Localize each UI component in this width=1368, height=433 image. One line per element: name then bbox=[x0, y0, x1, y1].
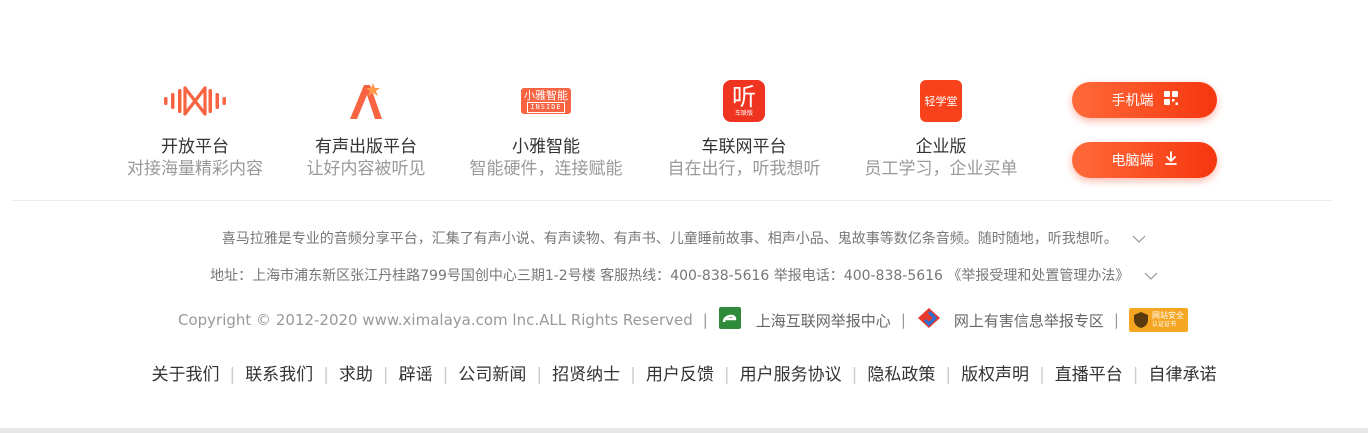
badge-line-2: 认证证书 bbox=[1151, 321, 1176, 328]
product-name: 企业版 bbox=[915, 137, 967, 157]
shanghai-report-icon bbox=[718, 306, 744, 334]
separator: | bbox=[945, 365, 952, 385]
footer-link-help[interactable]: 求助 bbox=[339, 365, 373, 385]
car-icon-text: 听 bbox=[732, 83, 756, 111]
footer-links: 关于我们 | 联系我们 | 求助 | 辟谣 | 公司新闻 | 招贤纳士 | 用户反馈 | 用户服务协议 | 隐私… bbox=[0, 360, 1368, 385]
footer-link-news[interactable]: 公司新闻 bbox=[458, 365, 526, 385]
xiaoya-icon-text: 小雅智能 bbox=[524, 88, 568, 102]
product-name: 车联网平台 bbox=[701, 137, 787, 157]
footer-link-rumor[interactable]: 辟谣 bbox=[399, 365, 433, 385]
separator: | bbox=[702, 311, 708, 329]
product-subtitle: 自在出行，听我想听 bbox=[667, 159, 821, 179]
car-ting-icon: 听 车联版 bbox=[644, 78, 844, 124]
product-name: 有声出版平台 bbox=[315, 137, 417, 157]
copyright-text: Copyright © 2012-2020 www.ximalaya.com l… bbox=[178, 311, 693, 329]
address-text: 地址：上海市浦东新区张江丹桂路799号国创中心三期1-2号楼 客服热线：400-… bbox=[210, 268, 1130, 284]
badge-line-1: 网站安全 bbox=[1151, 311, 1184, 320]
sound-wave-icon bbox=[95, 78, 295, 124]
footer-link-privacy[interactable]: 隐私政策 bbox=[867, 365, 935, 385]
separator: | bbox=[723, 365, 730, 385]
separator: | bbox=[536, 365, 543, 385]
product-name: 小雅智能 bbox=[512, 137, 580, 157]
pc-download-button[interactable]: 电脑端 bbox=[1072, 142, 1217, 178]
qingxuetang-icon: 轻学堂 bbox=[841, 78, 1041, 124]
shanghai-report-link[interactable]: 上海互联网举报中心 bbox=[756, 310, 891, 331]
product-subtitle: 员工学习，企业买单 bbox=[864, 159, 1018, 179]
chevron-down-icon[interactable] bbox=[1132, 231, 1146, 247]
product-name: 开放平台 bbox=[161, 137, 229, 157]
footer-link-feedback[interactable]: 用户反馈 bbox=[646, 365, 714, 385]
product-xiaoya[interactable]: 小雅智能 INSIDE 小雅智能 智能硬件，连接赋能 bbox=[446, 78, 646, 180]
separator: | bbox=[1132, 365, 1139, 385]
separator: | bbox=[1113, 311, 1119, 329]
separator: | bbox=[851, 365, 858, 385]
product-car-network[interactable]: 听 车联版 车联网平台 自在出行，听我想听 bbox=[644, 78, 844, 180]
intro-text: 喜马拉雅是专业的音频分享平台，汇集了有声小说、有声读物、有声书、儿童睡前故事、相… bbox=[221, 231, 1118, 247]
footer-link-copyright[interactable]: 版权声明 bbox=[961, 365, 1029, 385]
separator: | bbox=[1039, 365, 1045, 385]
xiaoya-inside-icon: 小雅智能 INSIDE bbox=[446, 78, 646, 124]
footer-link-careers[interactable]: 招贤纳士 bbox=[552, 365, 620, 385]
product-subtitle: 让好内容被听见 bbox=[306, 159, 426, 179]
separator: | bbox=[382, 365, 389, 385]
security-badge[interactable]: 网站安全 认证证书 bbox=[1128, 308, 1188, 332]
enterprise-icon-text: 轻学堂 bbox=[924, 95, 958, 108]
harmful-info-report-link[interactable]: 网上有害信息举报专区 bbox=[954, 310, 1104, 331]
mobile-download-button[interactable]: 手机端 bbox=[1072, 82, 1217, 118]
qr-code-icon bbox=[1163, 91, 1178, 109]
separator: | bbox=[900, 311, 906, 329]
section-divider bbox=[12, 200, 1332, 201]
footer-link-about[interactable]: 关于我们 bbox=[151, 365, 219, 385]
shield-icon bbox=[1133, 312, 1148, 328]
copyright-row: Copyright © 2012-2020 www.ximalaya.com l… bbox=[178, 306, 1188, 334]
product-subtitle: 智能硬件，连接赋能 bbox=[469, 159, 623, 179]
product-subtitle: 对接海量精彩内容 bbox=[127, 159, 263, 179]
footer-link-contact[interactable]: 联系我们 bbox=[245, 365, 313, 385]
footer-link-self-discipline[interactable]: 自律承诺 bbox=[1149, 365, 1217, 385]
bottom-bar bbox=[0, 428, 1368, 433]
footer-link-terms[interactable]: 用户服务协议 bbox=[740, 365, 842, 385]
footer-link-live[interactable]: 直播平台 bbox=[1055, 365, 1123, 385]
xiaoya-icon-subtext: INSIDE bbox=[527, 101, 565, 113]
chevron-down-icon[interactable] bbox=[1144, 268, 1158, 284]
product-audio-publishing[interactable]: 有声出版平台 让好内容被听见 bbox=[266, 78, 466, 180]
separator: | bbox=[229, 365, 236, 385]
harmful-info-report-icon bbox=[916, 306, 942, 334]
product-open-platform[interactable]: 开放平台 对接海量精彩内容 bbox=[95, 78, 295, 180]
pc-button-label: 电脑端 bbox=[1111, 153, 1154, 169]
address-line: 地址：上海市浦东新区张江丹桂路799号国创中心三期1-2号楼 客服热线：400-… bbox=[0, 265, 1368, 285]
star-a-icon bbox=[266, 78, 466, 124]
product-enterprise[interactable]: 轻学堂 企业版 员工学习，企业买单 bbox=[841, 78, 1041, 180]
separator: | bbox=[630, 365, 636, 385]
download-icon bbox=[1164, 151, 1178, 169]
separator: | bbox=[442, 365, 449, 385]
mobile-button-label: 手机端 bbox=[1111, 93, 1154, 109]
separator: | bbox=[323, 365, 329, 385]
intro-line: 喜马拉雅是专业的音频分享平台，汇集了有声小说、有声读物、有声书、儿童睡前故事、相… bbox=[0, 228, 1368, 248]
car-icon-subtext: 车联版 bbox=[734, 110, 753, 117]
